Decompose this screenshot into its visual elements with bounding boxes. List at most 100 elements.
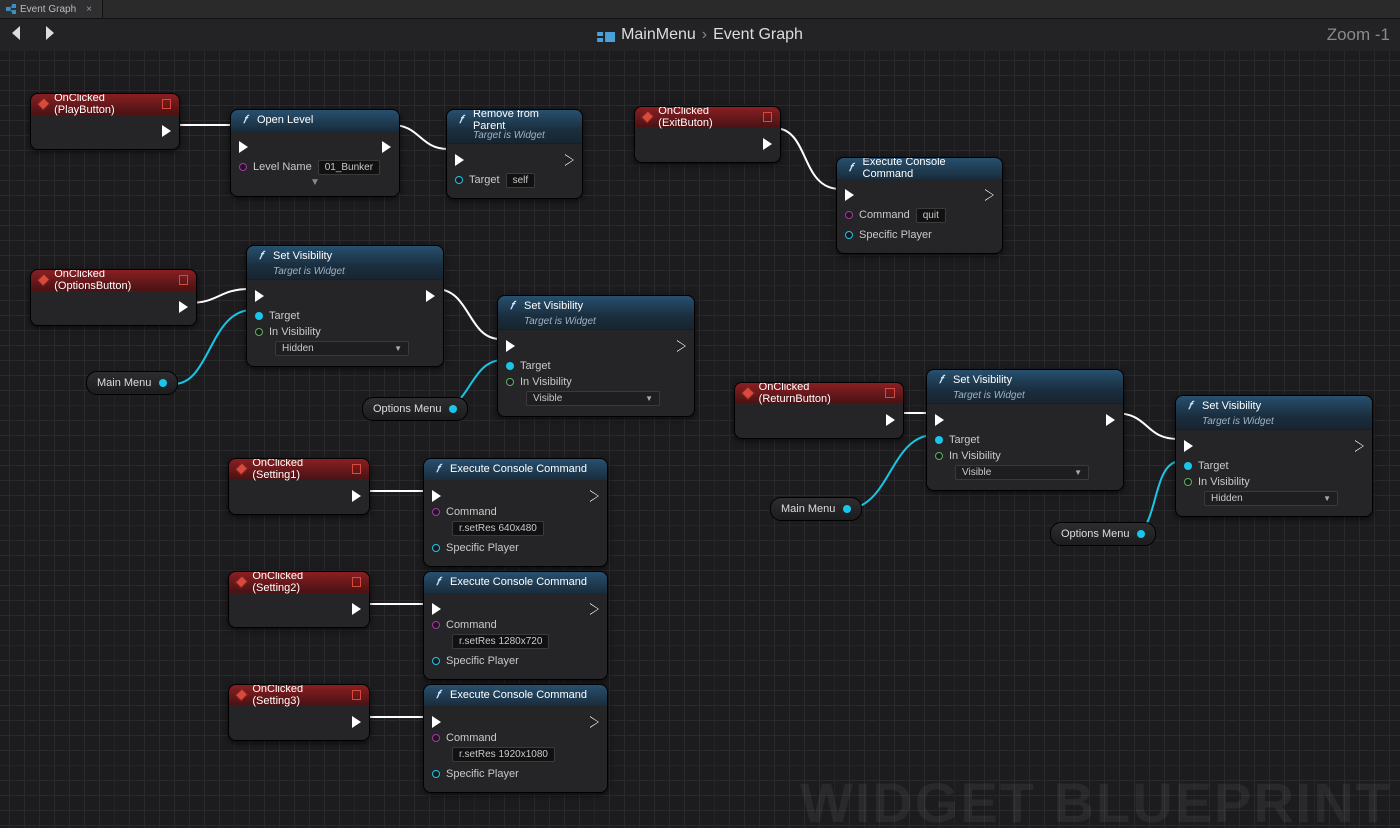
node-setvis-show-options[interactable]: 𝑓Set Visibility Target is Widget Target … <box>497 295 695 417</box>
graph-icon <box>6 4 16 14</box>
command-input[interactable]: r.setRes 1920x1080 <box>452 747 555 762</box>
exec-in-pin[interactable] <box>432 603 441 615</box>
visibility-dropdown[interactable]: Visible▼ <box>955 465 1089 480</box>
node-setvis-show-mainmenu[interactable]: 𝑓Set Visibility Target is Widget Target … <box>926 369 1124 491</box>
target-pin[interactable] <box>455 176 463 184</box>
exec-in-pin[interactable] <box>506 340 515 352</box>
exec-out-pin[interactable] <box>382 141 391 153</box>
object-out-pin[interactable] <box>1137 530 1145 538</box>
nav-bar: MainMenu › Event Graph Zoom -1 <box>0 19 1400 51</box>
event-icon <box>37 273 51 287</box>
function-icon: 𝑓 <box>432 689 444 701</box>
exec-out-pin[interactable] <box>426 290 435 302</box>
object-pin[interactable] <box>432 657 440 665</box>
exec-out-pin[interactable] <box>352 490 361 502</box>
visibility-dropdown[interactable]: Hidden▼ <box>275 341 409 356</box>
event-icon <box>37 97 51 111</box>
string-pin[interactable] <box>432 508 440 516</box>
graph-canvas[interactable]: OnClicked (PlayButton) 𝑓Open Level Level… <box>0 51 1400 828</box>
node-exec-res1[interactable]: 𝑓Execute Console Command Command r.setRe… <box>423 458 608 567</box>
command-input[interactable]: r.setRes 1280x720 <box>452 634 549 649</box>
node-onclicked-setting1[interactable]: OnClicked (Setting1) <box>228 458 370 515</box>
exec-out-pin[interactable] <box>352 716 361 728</box>
string-pin[interactable] <box>432 734 440 742</box>
exec-out-pin[interactable] <box>1106 414 1115 426</box>
exec-out-pin[interactable] <box>590 490 599 502</box>
string-pin[interactable] <box>432 621 440 629</box>
name-pin[interactable] <box>239 163 247 171</box>
visibility-dropdown[interactable]: Hidden▼ <box>1204 491 1338 506</box>
object-pin[interactable] <box>432 544 440 552</box>
target-pin[interactable] <box>935 436 943 444</box>
var-main-menu[interactable]: Main Menu <box>86 371 178 395</box>
node-onclicked-setting3[interactable]: OnClicked (Setting3) <box>228 684 370 741</box>
node-onclicked-options[interactable]: OnClicked (OptionsButton) <box>30 269 197 326</box>
function-icon: 𝑓 <box>1184 400 1196 412</box>
exec-in-pin[interactable] <box>432 490 441 502</box>
exec-out-pin[interactable] <box>565 154 574 166</box>
enum-pin[interactable] <box>255 328 263 336</box>
exec-in-pin[interactable] <box>432 716 441 728</box>
nav-forward-icon[interactable] <box>40 24 58 46</box>
breadcrumb-root[interactable]: MainMenu <box>621 26 696 44</box>
node-setvis-hide-mainmenu[interactable]: 𝑓Set Visibility Target is Widget Target … <box>246 245 444 367</box>
object-pin[interactable] <box>432 770 440 778</box>
object-pin[interactable] <box>845 231 853 239</box>
exec-in-pin[interactable] <box>455 154 464 166</box>
delegate-icon <box>352 464 361 474</box>
level-name-input[interactable]: 01_Bunker <box>318 160 380 175</box>
event-icon <box>235 688 249 702</box>
var-options-menu-2[interactable]: Options Menu <box>1050 522 1156 546</box>
command-input[interactable]: quit <box>916 208 946 223</box>
chevron-down-icon[interactable]: ▼ <box>239 177 391 188</box>
node-onclicked-exit[interactable]: OnClicked (ExitButon) <box>634 106 781 163</box>
object-out-pin[interactable] <box>449 405 457 413</box>
node-remove-from-parent[interactable]: 𝑓Remove from Parent Target is Widget Tar… <box>446 109 583 199</box>
var-main-menu-2[interactable]: Main Menu <box>770 497 862 521</box>
exec-out-pin[interactable] <box>677 340 686 352</box>
enum-pin[interactable] <box>1184 478 1192 486</box>
node-onclicked-setting2[interactable]: OnClicked (Setting2) <box>228 571 370 628</box>
exec-out-pin[interactable] <box>352 603 361 615</box>
node-exec-res3[interactable]: 𝑓Execute Console Command Command r.setRe… <box>423 684 608 793</box>
exec-out-pin[interactable] <box>179 301 188 313</box>
target-pin[interactable] <box>255 312 263 320</box>
exec-in-pin[interactable] <box>255 290 264 302</box>
exec-out-pin[interactable] <box>590 716 599 728</box>
exec-out-pin[interactable] <box>590 603 599 615</box>
visibility-dropdown[interactable]: Visible▼ <box>526 391 660 406</box>
exec-in-pin[interactable] <box>1184 440 1193 452</box>
event-icon <box>641 110 655 124</box>
nav-back-icon[interactable] <box>8 24 26 46</box>
watermark: WIDGET BLUEPRINT <box>800 770 1392 828</box>
command-input[interactable]: r.setRes 640x480 <box>452 521 544 536</box>
breadcrumb-leaf[interactable]: Event Graph <box>713 26 803 44</box>
exec-out-pin[interactable] <box>1355 440 1364 452</box>
enum-pin[interactable] <box>506 378 514 386</box>
tab-event-graph[interactable]: Event Graph × <box>0 0 103 18</box>
var-options-menu[interactable]: Options Menu <box>362 397 468 421</box>
node-setvis-hide-options[interactable]: 𝑓Set Visibility Target is Widget Target … <box>1175 395 1373 517</box>
exec-in-pin[interactable] <box>239 141 248 153</box>
tab-bar: Event Graph × <box>0 0 1400 19</box>
object-out-pin[interactable] <box>843 505 851 513</box>
string-pin[interactable] <box>845 211 853 219</box>
exec-out-pin[interactable] <box>763 138 772 150</box>
exec-out-pin[interactable] <box>162 125 171 137</box>
target-pin[interactable] <box>506 362 514 370</box>
node-onclicked-return[interactable]: OnClicked (ReturnButton) <box>734 382 904 439</box>
close-icon[interactable]: × <box>86 4 92 15</box>
exec-out-pin[interactable] <box>886 414 895 426</box>
node-exec-res2[interactable]: 𝑓Execute Console Command Command r.setRe… <box>423 571 608 680</box>
enum-pin[interactable] <box>935 452 943 460</box>
exec-in-pin[interactable] <box>845 189 854 201</box>
node-open-level[interactable]: 𝑓Open Level Level Name01_Bunker ▼ <box>230 109 400 197</box>
object-out-pin[interactable] <box>159 379 167 387</box>
exec-in-pin[interactable] <box>935 414 944 426</box>
node-exec-quit[interactable]: 𝑓Execute Console Command Commandquit Spe… <box>836 157 1003 254</box>
node-onclicked-play[interactable]: OnClicked (PlayButton) <box>30 93 180 150</box>
event-icon <box>741 386 755 400</box>
target-pin[interactable] <box>1184 462 1192 470</box>
exec-out-pin[interactable] <box>985 189 994 201</box>
function-icon: 𝑓 <box>432 576 444 588</box>
